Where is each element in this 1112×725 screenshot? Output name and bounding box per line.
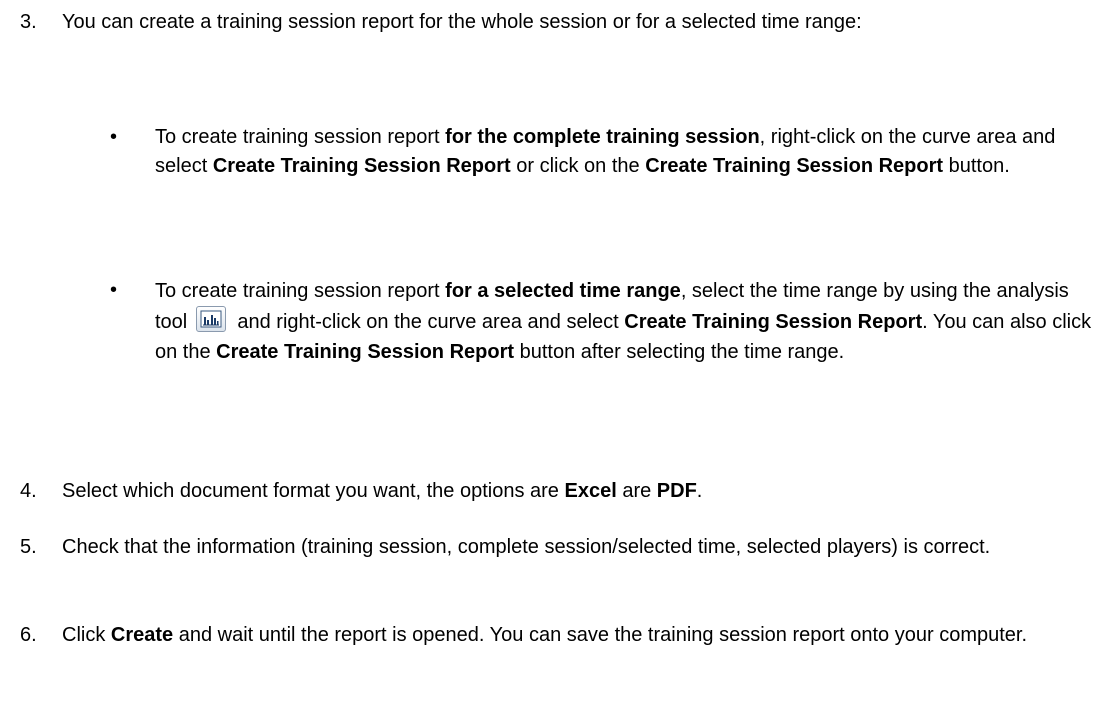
- step-3-number: 3.: [20, 11, 37, 33]
- document-page: 3. You can create a training session rep…: [0, 0, 1112, 725]
- bullet-selected-range-text: To create training session report for a …: [155, 280, 1092, 363]
- step-3-text: You can create a training session report…: [62, 11, 862, 33]
- step-6-number: 6.: [20, 624, 37, 646]
- step-4-text: Select which document format you want, t…: [62, 480, 703, 502]
- step-5-text: Check that the information (training ses…: [62, 536, 991, 558]
- step-6-text: Click Create and wait until the report i…: [62, 624, 1028, 646]
- bullet-complete-session-text: To create training session report for th…: [155, 126, 1056, 177]
- analysis-tool-icon: [195, 306, 226, 332]
- step-4-number: 4.: [20, 480, 37, 502]
- bullet-dot: •: [110, 279, 118, 301]
- step-5-number: 5.: [20, 536, 37, 558]
- bullet-dot: •: [110, 126, 118, 148]
